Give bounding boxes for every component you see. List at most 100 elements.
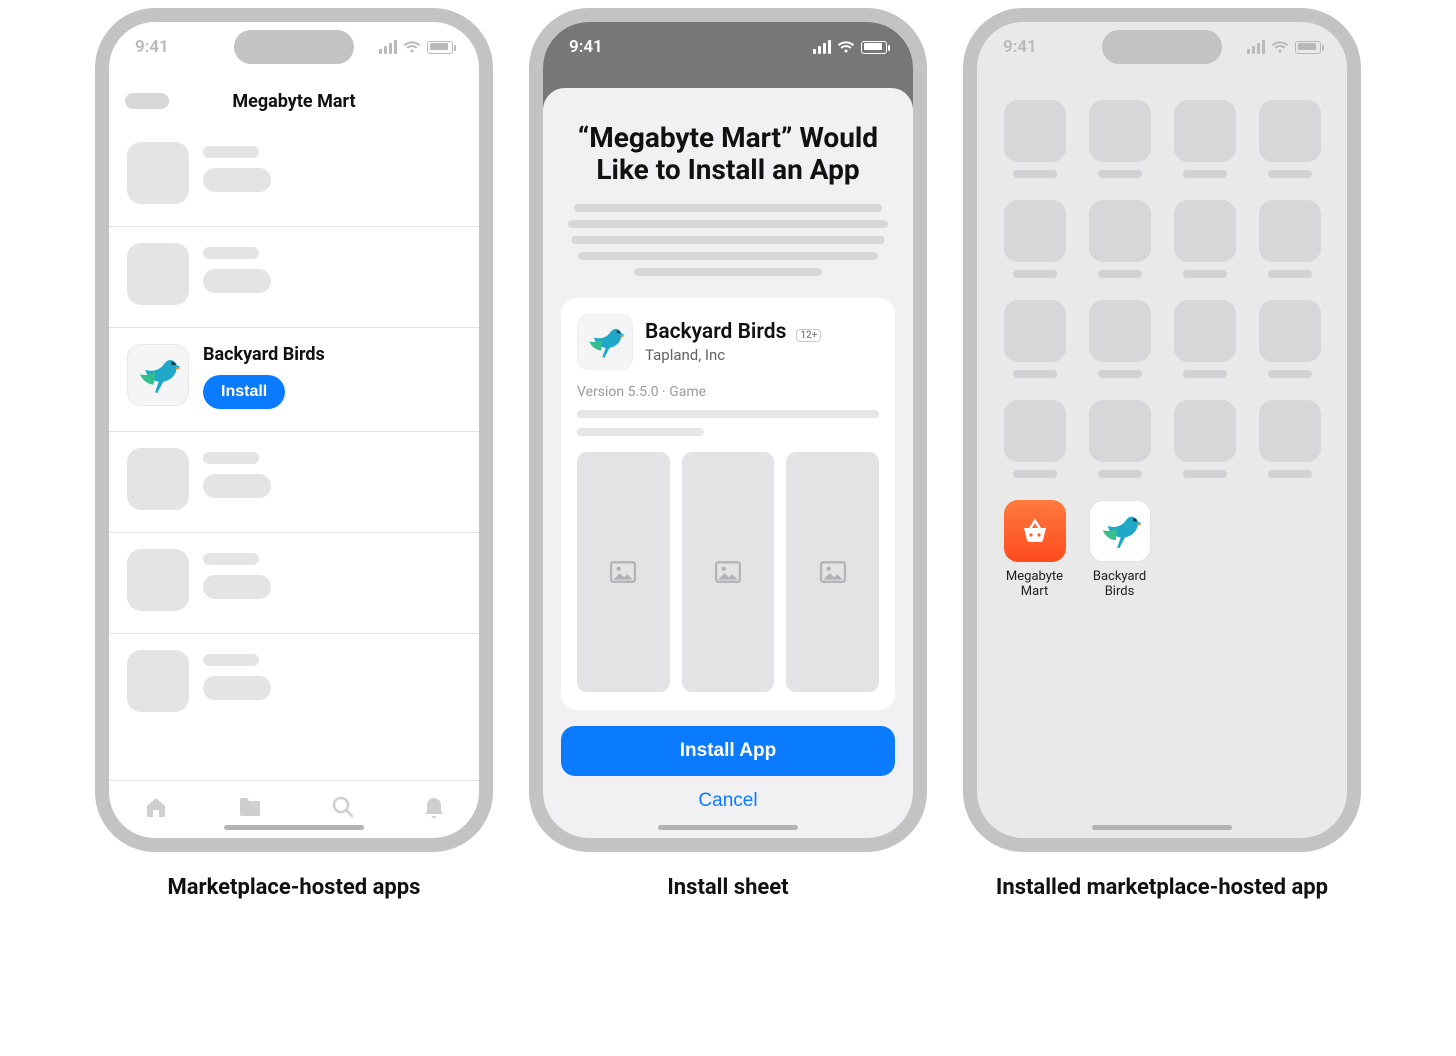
text-placeholder <box>203 654 259 666</box>
image-icon <box>715 561 741 583</box>
cancel-button[interactable]: Cancel <box>688 786 767 816</box>
panel-install-sheet: 9:41 “Megabyte Mart” Would Like to Insta… <box>529 8 927 902</box>
battery-icon <box>427 41 453 54</box>
hummingbird-icon <box>584 321 626 363</box>
install-app-button[interactable]: Install App <box>561 726 895 776</box>
phone-frame-3: 9:41 <box>963 8 1361 852</box>
home-screen-grid[interactable]: Megabyte Mart Backyard Birds <box>1001 100 1323 600</box>
app-placeholder[interactable] <box>1171 100 1238 178</box>
search-icon <box>332 796 354 818</box>
button-placeholder <box>203 168 271 192</box>
app-icon-placeholder <box>127 650 189 712</box>
button-placeholder <box>203 676 271 700</box>
status-icons <box>813 40 887 54</box>
app-icon-placeholder <box>127 448 189 510</box>
app-label: Megabyte Mart <box>1001 570 1068 600</box>
status-bar: 9:41 <box>977 22 1347 72</box>
status-time: 9:41 <box>135 37 169 57</box>
cellular-icon <box>379 40 397 54</box>
app-megabyte-mart[interactable]: Megabyte Mart <box>1001 500 1068 600</box>
app-meta: Version 5.5.0 · Game <box>577 384 879 400</box>
megabyte-mart-icon <box>1004 500 1066 562</box>
panel-home-screen: 9:41 <box>963 8 1361 902</box>
app-placeholder[interactable] <box>1171 300 1238 378</box>
shopping-basket-icon <box>1018 514 1052 548</box>
app-icon-placeholder <box>127 142 189 204</box>
list-item[interactable] <box>109 432 479 533</box>
app-placeholder[interactable] <box>1086 300 1153 378</box>
app-label: Backyard Birds <box>1086 570 1153 600</box>
app-icon-placeholder <box>127 549 189 611</box>
list-item[interactable] <box>109 634 479 734</box>
list-item[interactable] <box>109 533 479 634</box>
home-icon <box>144 796 168 818</box>
wifi-icon <box>837 40 855 54</box>
app-placeholder[interactable] <box>1171 400 1238 478</box>
caption-2: Install sheet <box>667 874 788 902</box>
app-placeholder[interactable] <box>1001 300 1068 378</box>
phone-frame-1: 9:41 Megabyte Mart <box>95 8 493 852</box>
sheet-title: “Megabyte Mart” Would Like to Install an… <box>571 122 885 186</box>
app-backyard-birds[interactable]: Backyard Birds <box>1086 500 1153 600</box>
image-icon <box>610 561 636 583</box>
hummingbird-icon <box>134 351 182 399</box>
app-list[interactable]: Backyard Birds Install <box>109 126 479 778</box>
text-placeholder <box>203 247 259 259</box>
caption-3: Installed marketplace-hosted app <box>996 874 1328 902</box>
home-indicator[interactable] <box>1092 825 1232 830</box>
app-placeholder[interactable] <box>1001 200 1068 278</box>
app-icon-backyard-birds <box>127 344 189 406</box>
text-placeholder <box>577 428 704 436</box>
app-icon-backyard-birds <box>577 314 633 370</box>
description-placeholder <box>561 204 895 276</box>
battery-icon <box>1295 41 1321 54</box>
screenshot-row[interactable] <box>577 452 879 692</box>
text-placeholder <box>203 452 259 464</box>
status-icons <box>379 40 453 54</box>
app-placeholder[interactable] <box>1001 100 1068 178</box>
folder-icon <box>238 797 262 817</box>
home-indicator[interactable] <box>224 825 364 830</box>
app-placeholder[interactable] <box>1171 200 1238 278</box>
app-placeholder[interactable] <box>1001 400 1068 478</box>
home-indicator[interactable] <box>658 825 798 830</box>
age-rating-badge: 12+ <box>796 329 821 342</box>
bell-icon <box>424 796 444 818</box>
status-bar: 9:41 <box>543 22 913 72</box>
battery-icon <box>861 41 887 54</box>
screenshot-placeholder[interactable] <box>577 452 670 692</box>
app-name: Backyard Birds <box>203 344 325 365</box>
button-placeholder <box>203 269 271 293</box>
tab-browse[interactable] <box>238 797 262 823</box>
app-name: Backyard Birds <box>645 320 786 344</box>
app-placeholder[interactable] <box>1256 400 1323 478</box>
screenshot-placeholder[interactable] <box>786 452 879 692</box>
app-placeholder[interactable] <box>1086 400 1153 478</box>
button-placeholder <box>203 474 271 498</box>
status-bar: 9:41 <box>109 22 479 72</box>
list-item-backyard-birds[interactable]: Backyard Birds Install <box>109 328 479 432</box>
text-placeholder <box>203 146 259 158</box>
tab-home[interactable] <box>144 796 168 824</box>
screenshot-placeholder[interactable] <box>682 452 775 692</box>
caption-1: Marketplace-hosted apps <box>168 874 421 902</box>
list-item[interactable] <box>109 126 479 227</box>
text-placeholder <box>577 410 879 418</box>
phone-frame-2: 9:41 “Megabyte Mart” Would Like to Insta… <box>529 8 927 852</box>
cellular-icon <box>1247 40 1265 54</box>
status-time: 9:41 <box>1003 37 1037 57</box>
hummingbird-icon <box>1097 508 1143 554</box>
tab-search[interactable] <box>332 796 354 824</box>
tab-notifications[interactable] <box>424 796 444 824</box>
list-item[interactable] <box>109 227 479 328</box>
app-placeholder[interactable] <box>1256 200 1323 278</box>
app-placeholder[interactable] <box>1256 300 1323 378</box>
app-icon-placeholder <box>127 243 189 305</box>
status-icons <box>1247 40 1321 54</box>
app-placeholder[interactable] <box>1086 100 1153 178</box>
back-button[interactable] <box>125 93 169 109</box>
app-placeholder[interactable] <box>1086 200 1153 278</box>
text-placeholder <box>203 553 259 565</box>
install-button[interactable]: Install <box>203 375 285 409</box>
app-placeholder[interactable] <box>1256 100 1323 178</box>
